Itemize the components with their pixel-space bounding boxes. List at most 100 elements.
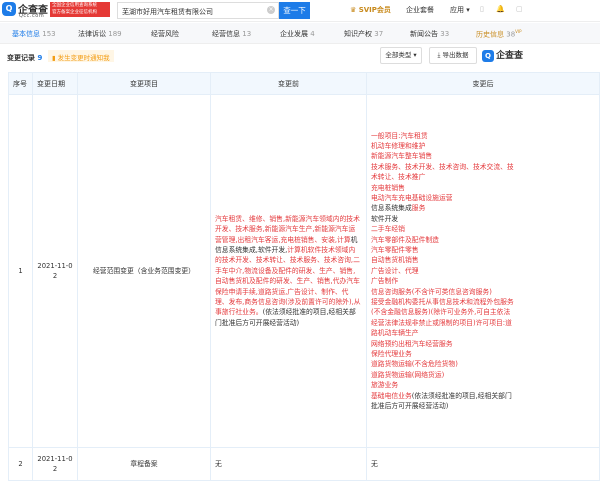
- brand-domain: Qcc.com: [19, 13, 45, 19]
- row-index: 2: [8, 447, 33, 481]
- tab-count: 189: [108, 30, 122, 38]
- top-header: Q 企查查 Qcc.com 全国企业信用查询系统 官方备案企业征信机构 芜湖市好用…: [0, 0, 600, 22]
- search-input[interactable]: 芜湖市好用汽车租赁有限公司: [117, 2, 279, 19]
- highlighted-text: 汽车零配件零售: [371, 245, 419, 254]
- clear-icon[interactable]: ×: [267, 6, 275, 14]
- user-icon[interactable]: ▢: [516, 5, 523, 13]
- record-count: 9: [37, 54, 43, 62]
- watermark-text: 企查查: [496, 51, 524, 61]
- tab-count: 4: [310, 30, 315, 38]
- tab-basic-info[interactable]: 基本信息 153: [12, 29, 56, 39]
- scope-line: 二手车经销: [371, 224, 595, 234]
- tab-label: 经营信息: [212, 30, 240, 38]
- tab-development[interactable]: 企业发展 4: [280, 29, 315, 39]
- col-after: 变更后: [366, 72, 600, 95]
- date-line: 2: [52, 272, 58, 280]
- scope-line: 接受金融机构委托从事信息技术和流程外包服务: [371, 297, 595, 307]
- highlighted-text: 经营法律法规非禁止或限制的项目)许可项目:道: [371, 318, 512, 327]
- scope-line: 经营法律法规非禁止或限制的项目)许可项目:道: [371, 318, 595, 328]
- text-segment: 信息系统集成: [371, 204, 412, 213]
- scope-line: 基础电信业务(依法须经批准的项目,经相关部门: [371, 391, 595, 401]
- scope-line: 新能源汽车整车销售: [371, 151, 595, 161]
- export-button[interactable]: ⤓ 导出数据: [429, 47, 477, 64]
- qcc-logo-icon[interactable]: Q: [2, 2, 16, 16]
- row-item: 经营范围变更（含业务范围变更）: [77, 94, 211, 448]
- highlighted-text: 基础电信业务: [371, 391, 412, 400]
- tab-label: 历史信息: [476, 30, 504, 39]
- search-button[interactable]: 查一下: [279, 2, 310, 19]
- tab-label: 知识产权: [344, 30, 372, 38]
- badge-line-2: 官方备案企业征信机构: [52, 10, 97, 15]
- highlighted-text: 汽车零部件及配件制造: [371, 235, 439, 244]
- date-line: 2: [52, 465, 58, 473]
- scope-line: 电动汽车充电基础设施运营: [371, 193, 595, 203]
- highlighted-text: 服务: [411, 204, 426, 213]
- tab-news[interactable]: 新闻公告 33: [410, 29, 449, 39]
- tab-label: 基本信息: [12, 30, 40, 38]
- scope-line: 软件开发: [371, 214, 595, 224]
- highlighted-text: 一般项目:汽车租赁: [371, 131, 428, 140]
- package-link[interactable]: 企业套餐: [406, 5, 434, 15]
- tab-legal[interactable]: 法律诉讼 189: [78, 29, 122, 39]
- scope-line: 汽车零配件零售: [371, 245, 595, 255]
- highlighted-text: 网络预约出租汽车经营服务: [371, 339, 453, 348]
- tab-label: 新闻公告: [410, 30, 438, 38]
- highlighted-text: 路机动车辆生产: [371, 329, 419, 338]
- scope-line: 机动车修理和维护: [371, 141, 595, 151]
- credit-badge: 全国企业信用查询系统 官方备案企业征信机构: [50, 2, 110, 17]
- row-after: 一般项目:汽车租赁 机动车修理和维护 新能源汽车整车销售 技术服务、技术开发、技术咨询…: [366, 94, 600, 448]
- tab-label: 经营风险: [151, 30, 179, 38]
- highlighted-text: 自动售货机销售: [371, 256, 419, 265]
- vip-tag: VIP: [515, 29, 522, 34]
- highlighted-text: 电动汽车充电基础设施运营: [371, 193, 453, 202]
- notify-me-button[interactable]: ▮ 发生变更时通知我: [48, 50, 114, 62]
- export-label: 导出数据: [442, 51, 469, 59]
- tab-count: 37: [374, 30, 384, 38]
- tab-operation[interactable]: 经营信息 13: [212, 29, 251, 39]
- highlighted-text: 保险代理业务: [371, 350, 412, 359]
- row-before: 无: [210, 447, 367, 481]
- scope-line: 技术服务、技术开发、技术咨询、技术交流、技: [371, 162, 595, 172]
- row-date: 2021-11-0 2: [32, 447, 78, 481]
- row-item: 章程备案: [77, 447, 211, 481]
- highlighted-text: 信息咨询服务(不含许可类信息咨询服务): [371, 287, 492, 296]
- section-title-label: 变更记录: [7, 54, 35, 62]
- scope-line: 信息咨询服务(不含许可类信息咨询服务): [371, 287, 595, 297]
- qcc-watermark-logo: Q 企查查: [482, 48, 523, 62]
- highlighted-text: 二手车经销: [371, 225, 405, 234]
- tab-count: 33: [440, 30, 450, 38]
- svip-link[interactable]: ♛ SVIP会员: [350, 5, 391, 15]
- highlighted-text: 广告设计、代理: [371, 266, 419, 275]
- scope-line: 广告设计、代理: [371, 266, 595, 276]
- type-filter-dropdown[interactable]: 全部类型 ▾: [380, 47, 422, 64]
- badge-line-1: 全国企业信用查询系统: [52, 3, 97, 8]
- highlighted-text: 新能源汽车整车销售: [371, 152, 433, 161]
- highlighted-text: 旅游业务: [371, 381, 399, 390]
- scope-line: 信息系统集成服务: [371, 203, 595, 213]
- scope-line: 充电桩销售: [371, 183, 595, 193]
- scope-line: 旅游业务: [371, 380, 595, 390]
- scope-line: (不含金融信息服务)(除许可业务外,可自主依法: [371, 307, 595, 317]
- tab-risk[interactable]: 经营风险: [151, 29, 179, 39]
- scope-line: 网络预约出租汽车经营服务: [371, 339, 595, 349]
- change-records-table: 序号 变更日期 变更项目 变更前 变更后 1 2021-11-0 2 经营范围变更…: [8, 72, 600, 481]
- row-date: 2021-11-0 2: [32, 94, 78, 448]
- tab-history[interactable]: 历史信息 38VIP: [476, 29, 521, 39]
- apps-menu[interactable]: 应用 ▾: [450, 5, 470, 15]
- tab-count: 13: [242, 30, 252, 38]
- date-line: 2021-11-0: [37, 454, 73, 463]
- highlighted-text: 道路货物运输(不含危险货物): [371, 360, 458, 369]
- table-row: 1 2021-11-0 2 经营范围变更（含业务范围变更） 汽车租赁、维修、销售,…: [8, 94, 600, 448]
- highlighted-text: 技术服务、技术开发、技术咨询、技术交流、技: [371, 162, 514, 171]
- bell-icon[interactable]: 🔔: [496, 5, 505, 13]
- row-index: 1: [8, 94, 33, 448]
- table-row: 2 2021-11-0 2 章程备案 无 无: [8, 447, 600, 481]
- tab-count: 153: [42, 30, 56, 38]
- tab-ip[interactable]: 知识产权 37: [344, 29, 383, 39]
- tab-bar: 基本信息 153 法律诉讼 189 经营风险 经营信息 13 企业发展 4 知识…: [0, 23, 600, 44]
- mobile-icon[interactable]: ▯: [480, 5, 484, 13]
- scope-line: 自动售货机销售: [371, 255, 595, 265]
- tab-count: 38: [506, 30, 516, 39]
- row-before: 汽车租赁、维修、销售,新能源汽车领域内的技术开发、技术服务,新能源汽车生产,新能…: [210, 94, 367, 448]
- highlighted-text: (不含金融信息服务)(除许可业务外,可自主依法: [371, 308, 511, 317]
